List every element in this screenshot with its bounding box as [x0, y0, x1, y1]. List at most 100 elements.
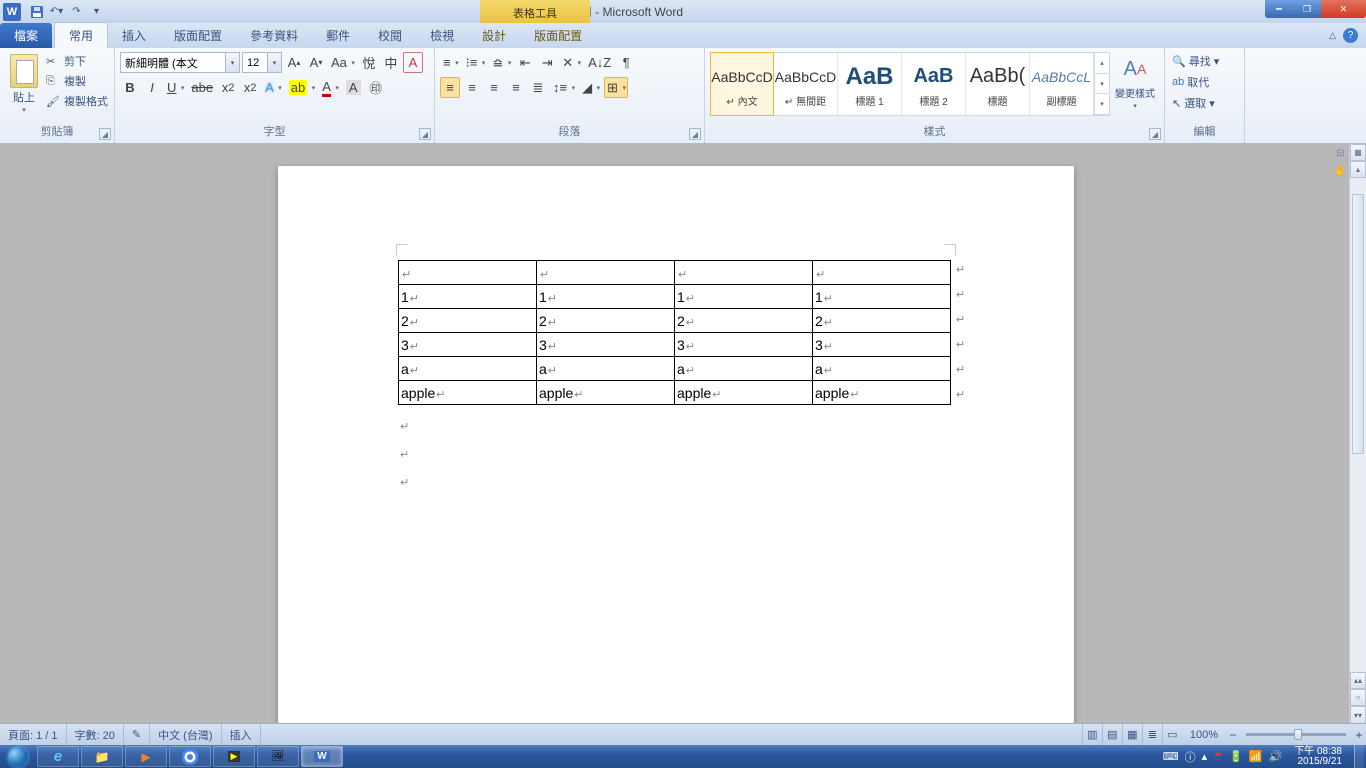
zoom-slider[interactable] — [1246, 733, 1346, 736]
borders-button[interactable]: ⊞ — [604, 77, 628, 98]
split-icon[interactable]: ⊟ — [1333, 146, 1348, 161]
underline-button[interactable]: U — [164, 77, 186, 98]
style-heading2[interactable]: AaB標題 2 — [902, 53, 966, 115]
justify-button[interactable]: ≡ — [506, 77, 526, 98]
paste-button[interactable]: 貼上 ▾ — [5, 52, 43, 114]
close-button[interactable]: ✕ — [1321, 0, 1366, 18]
distributed-button[interactable]: ≣ — [528, 77, 548, 98]
tab-table-design[interactable]: 設計 — [468, 23, 520, 48]
style-heading1[interactable]: AaB標題 1 — [838, 53, 902, 115]
format-painter-button[interactable]: 🖌複製格式 — [45, 92, 109, 110]
tab-review[interactable]: 校閱 — [364, 23, 416, 48]
qat-more-icon[interactable]: ▾ — [89, 4, 104, 19]
change-styles-button[interactable]: AA 變更樣式 ▾ — [1114, 52, 1156, 110]
table-cell[interactable]: apple↵ — [813, 381, 951, 405]
tab-home[interactable]: 常用 — [54, 22, 108, 48]
replace-button[interactable]: ab取代 — [1170, 73, 1221, 91]
table-cell[interactable]: a↵ — [399, 357, 537, 381]
ime-icon[interactable]: ⌨ — [1163, 750, 1179, 763]
gallery-up-icon[interactable]: ▴ — [1095, 53, 1109, 74]
battery-icon[interactable]: 🔋 — [1229, 750, 1243, 763]
browse-object-icon[interactable]: ○ — [1350, 689, 1366, 706]
align-left-button[interactable]: ≡ — [440, 77, 460, 98]
show-paragraph-marks-button[interactable]: ¶ — [616, 52, 636, 73]
enclose-characters-button[interactable]: A — [403, 52, 423, 73]
taskbar-media-player[interactable]: ▶ — [125, 746, 167, 767]
style-title[interactable]: AaBb(標題 — [966, 53, 1030, 115]
scroll-thumb[interactable] — [1352, 194, 1364, 454]
network-icon[interactable]: 📶 — [1249, 750, 1263, 763]
start-button[interactable] — [0, 745, 36, 768]
draft-view-icon[interactable]: ▭ — [1162, 724, 1182, 745]
change-case-button[interactable]: Aa — [328, 52, 357, 73]
show-desktop-button[interactable] — [1354, 745, 1364, 768]
table-cell[interactable]: ↵ — [675, 261, 813, 285]
italic-button[interactable]: I — [142, 77, 162, 98]
document-area[interactable]: ↵↵↵↵1↵1↵1↵1↵2↵2↵2↵2↵3↵3↵3↵3↵a↵a↵a↵a↵appl… — [0, 144, 1349, 723]
table-cell[interactable]: 2↵ — [813, 309, 951, 333]
table-cell[interactable]: apple↵ — [399, 381, 537, 405]
tab-file[interactable]: 檔案 — [0, 23, 52, 48]
avira-icon[interactable]: ☂ — [1213, 750, 1223, 763]
table-cell[interactable]: apple↵ — [537, 381, 675, 405]
decrease-indent-button[interactable]: ⇤ — [515, 52, 535, 73]
hand-icon[interactable]: ✋ — [1333, 164, 1348, 179]
tab-page-layout[interactable]: 版面配置 — [160, 23, 236, 48]
status-proofing[interactable]: ✎ — [124, 724, 150, 745]
undo-icon[interactable]: ↶▾ — [49, 4, 64, 19]
font-launcher-icon[interactable]: ◢ — [419, 128, 431, 140]
web-layout-view-icon[interactable]: ▦ — [1122, 724, 1142, 745]
table-cell[interactable]: a↵ — [537, 357, 675, 381]
document-page[interactable]: ↵↵↵↵1↵1↵1↵1↵2↵2↵2↵2↵3↵3↵3↵3↵a↵a↵a↵a↵appl… — [278, 166, 1074, 723]
table-cell[interactable]: 3↵ — [813, 333, 951, 357]
zoom-level[interactable]: 100% — [1182, 724, 1226, 745]
taskbar-word[interactable]: W — [301, 746, 343, 767]
subscript-button[interactable]: x2 — [218, 77, 238, 98]
scroll-up-button[interactable]: ▴ — [1350, 161, 1366, 178]
cut-button[interactable]: ✂剪下 — [45, 52, 109, 70]
table-cell[interactable]: 2↵ — [399, 309, 537, 333]
tab-view[interactable]: 檢視 — [416, 23, 468, 48]
table-cell[interactable]: a↵ — [675, 357, 813, 381]
taskbar-explorer[interactable]: 📁 — [81, 746, 123, 767]
select-button[interactable]: ↖選取 ▾ — [1170, 94, 1221, 112]
table-cell[interactable]: 3↵ — [675, 333, 813, 357]
table-cell[interactable]: 1↵ — [813, 285, 951, 309]
table-cell[interactable]: apple↵ — [675, 381, 813, 405]
action-center-icon[interactable]: ⓘ — [1185, 749, 1196, 765]
zoom-in-button[interactable]: + — [1352, 728, 1366, 742]
asian-layout-button[interactable]: ✕ — [559, 52, 583, 73]
zoom-thumb[interactable] — [1294, 729, 1302, 740]
bullets-button[interactable]: ≡ — [440, 52, 461, 73]
superscript-button[interactable]: x2 — [240, 77, 260, 98]
status-insert-mode[interactable]: 插入 — [222, 724, 261, 745]
tab-references[interactable]: 參考資料 — [236, 23, 312, 48]
strikethrough-button[interactable]: abe — [188, 77, 216, 98]
taskbar-chrome[interactable] — [169, 746, 211, 767]
outline-view-icon[interactable]: ≣ — [1142, 724, 1162, 745]
numbering-button[interactable]: ⁝≡ — [463, 52, 488, 73]
gallery-down-icon[interactable]: ▾ — [1095, 74, 1109, 95]
taskbar-clock[interactable]: 下午 08:38 2015/9/21 — [1288, 746, 1348, 768]
align-right-button[interactable]: ≡ — [484, 77, 504, 98]
table-cell[interactable]: ↵ — [537, 261, 675, 285]
table-cell[interactable]: 1↵ — [537, 285, 675, 309]
save-icon[interactable] — [29, 4, 44, 19]
paragraph-launcher-icon[interactable]: ◢ — [689, 128, 701, 140]
styles-launcher-icon[interactable]: ◢ — [1149, 128, 1161, 140]
tab-insert[interactable]: 插入 — [108, 23, 160, 48]
ruler-toggle-icon[interactable]: ▦ — [1350, 144, 1366, 161]
enclose-character-button[interactable]: ㊞ — [366, 77, 386, 98]
phonetic-guide-button[interactable]: 悅 — [359, 52, 379, 73]
font-size-combo[interactable]: 12▾ — [242, 52, 282, 73]
clipboard-launcher-icon[interactable]: ◢ — [99, 128, 111, 140]
text-effects-button[interactable]: A — [262, 77, 284, 98]
shrink-font-button[interactable]: A▾ — [306, 52, 326, 73]
help-icon[interactable]: ? — [1343, 28, 1358, 43]
status-word-count[interactable]: 字數: 20 — [67, 724, 124, 745]
style-subtitle[interactable]: AaBbCcL副標題 — [1030, 53, 1094, 115]
taskbar-ie[interactable]: e — [37, 746, 79, 767]
table-cell[interactable]: 1↵ — [399, 285, 537, 309]
sort-button[interactable]: A↓Z — [585, 52, 614, 73]
table-cell[interactable]: 3↵ — [399, 333, 537, 357]
